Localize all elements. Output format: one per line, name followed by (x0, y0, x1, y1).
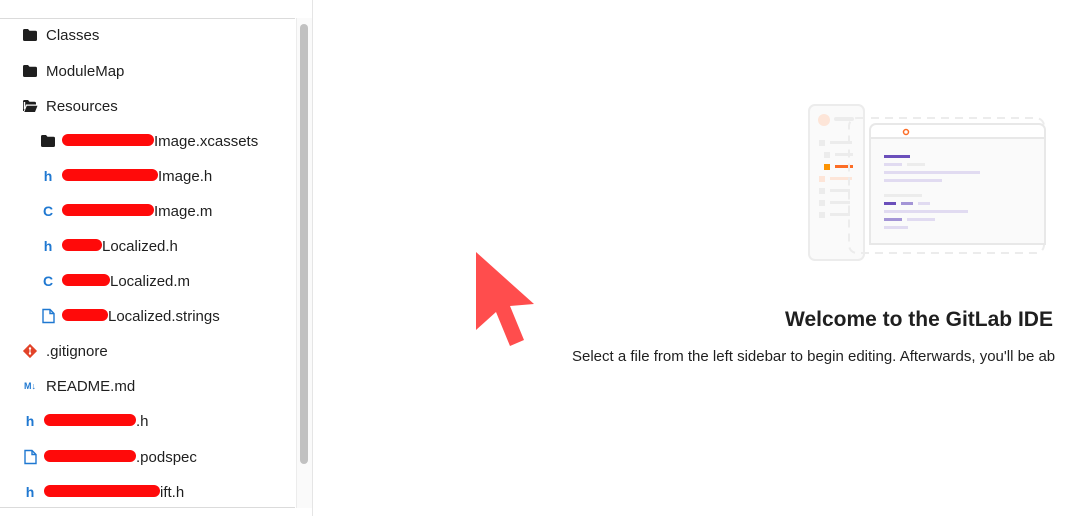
c-file-icon: C (42, 273, 54, 289)
folder-icon (40, 133, 56, 149)
tree-item-label: .podspec (136, 448, 197, 466)
redaction-mark (62, 134, 154, 146)
tree-item-label: Image.m (154, 202, 213, 220)
tree-item-label: Localized.m (110, 272, 191, 290)
sidebar-header (0, 0, 295, 19)
file-icon (22, 449, 38, 465)
scrollbar-thumb[interactable] (300, 24, 308, 464)
tree-item-label: Localized.h (102, 237, 178, 255)
tree-item-label: Localized.strings (108, 307, 220, 325)
tree-item-classes[interactable]: Classes (22, 18, 295, 52)
git-icon (22, 343, 38, 359)
redaction-mark (44, 450, 136, 462)
tree-item-label: ift.h (160, 483, 185, 501)
empty-state-illustration (804, 100, 1049, 267)
redaction-mark (62, 274, 110, 286)
tree-item-image-m[interactable]: C Image.m (40, 194, 295, 228)
redaction-mark (44, 485, 160, 497)
tree-item-label: Image.xcassets (154, 132, 259, 150)
tree-item-label: ModuleMap (46, 62, 125, 80)
tree-item-localized-h[interactable]: h Localized.h (40, 229, 295, 263)
tree-item-resources[interactable]: Resources (22, 89, 295, 123)
header-file-icon: h (43, 238, 53, 254)
folder-icon (22, 27, 38, 43)
markdown-icon: M↓ (24, 381, 36, 391)
tree-item-label: Classes (46, 26, 100, 44)
redaction-mark (62, 204, 154, 216)
c-file-icon: C (42, 203, 54, 219)
file-tree: Classes ModuleMap Resources Image.xcasse… (0, 18, 295, 508)
header-file-icon: h (43, 168, 53, 184)
welcome-title: Welcome to the GitLab IDE (785, 308, 1053, 331)
tree-item-gitignore[interactable]: .gitignore (22, 334, 295, 368)
folder-icon (22, 63, 38, 79)
tree-item-module-h[interactable]: h .h (22, 404, 295, 438)
tree-item-label: Resources (46, 97, 118, 115)
sidebar-divider (0, 507, 295, 508)
header-file-icon: h (25, 413, 35, 429)
tree-item-podspec[interactable]: .podspec (22, 440, 295, 474)
tree-item-xcassets[interactable]: Image.xcassets (40, 124, 295, 158)
tree-item-label: README.md (46, 377, 136, 395)
tree-item-label: .gitignore (46, 342, 108, 360)
tree-item-image-h[interactable]: h Image.h (40, 159, 295, 193)
tree-item-label: .h (136, 412, 149, 430)
redaction-mark (62, 169, 158, 181)
mouse-cursor-icon (470, 248, 536, 355)
folder-open-icon (22, 98, 38, 114)
tree-item-localized-m[interactable]: C Localized.m (40, 264, 295, 298)
tree-item-modulemap[interactable]: ModuleMap (22, 54, 295, 88)
tree-item-label: Image.h (158, 167, 213, 185)
tree-item-readme[interactable]: M↓ README.md (22, 369, 295, 403)
file-tree-sidebar: Classes ModuleMap Resources Image.xcasse… (0, 0, 313, 516)
header-file-icon: h (25, 484, 35, 500)
redaction-mark (62, 309, 108, 321)
redaction-mark (44, 414, 136, 426)
file-icon (40, 308, 56, 324)
welcome-description: Select a file from the left sidebar to b… (572, 348, 1056, 365)
redaction-mark (62, 239, 102, 251)
tree-item-localized-strings[interactable]: Localized.strings (40, 299, 295, 333)
sidebar-scrollbar[interactable] (296, 18, 312, 508)
tree-item-swift-h[interactable]: h ift.h (22, 475, 295, 508)
